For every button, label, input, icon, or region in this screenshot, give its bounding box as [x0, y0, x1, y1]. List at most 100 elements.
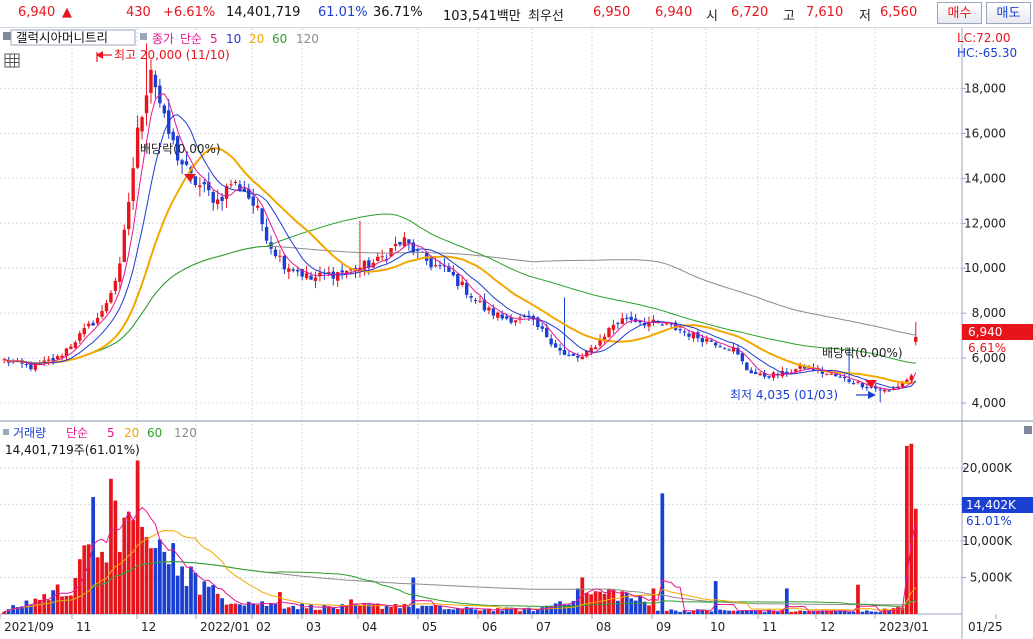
volume-bar — [33, 598, 38, 614]
stock-chart[interactable]: 4,0006,0008,00010,00012,00014,00016,0001… — [0, 28, 1033, 639]
candle-body — [55, 356, 60, 360]
candle-body — [549, 338, 553, 345]
volume-bar — [455, 608, 460, 614]
candle-body — [825, 373, 829, 375]
volume-bar — [215, 593, 220, 614]
volume-bar — [175, 575, 180, 614]
volume-bar — [495, 608, 500, 614]
price-tick-label: 16,000 — [964, 126, 1006, 140]
candle-body — [451, 271, 456, 276]
volume-bar — [389, 606, 393, 614]
date-tick-label: 07 — [536, 620, 551, 634]
dividend-annotation-2: 배당락(0.00%) — [822, 346, 903, 360]
volume-bar — [415, 608, 420, 614]
ma-toggle-icon[interactable] — [140, 33, 147, 40]
legend-price-label: 종가 — [152, 32, 174, 46]
candle-body — [118, 263, 122, 282]
volume-bar — [651, 588, 656, 614]
candle-body — [104, 303, 109, 312]
candle-body — [73, 342, 78, 348]
volume-bar — [162, 551, 167, 614]
candle-body — [602, 336, 607, 340]
candle-body — [393, 243, 398, 247]
date-tick-label: 12 — [820, 620, 835, 634]
volume-bar — [135, 460, 140, 614]
candle-body — [464, 282, 469, 295]
volume-bar — [300, 603, 305, 614]
volume-bar — [513, 608, 518, 614]
volume-bar — [60, 596, 64, 614]
volume-bar — [713, 581, 718, 614]
candle-body — [914, 336, 918, 342]
candle-body — [69, 346, 73, 349]
candle-body — [562, 349, 567, 355]
volume-bar — [776, 611, 780, 614]
quote-header: 6,940 ▲ 430 +6.61% 14,401,719 61.01% 36.… — [0, 0, 1033, 28]
volume-ma5: 5 — [107, 426, 115, 440]
volume-bar — [73, 577, 78, 614]
volume-bar — [211, 585, 216, 614]
candle-body — [754, 372, 758, 374]
candle-body — [171, 131, 175, 141]
date-tick-label: 12 — [141, 620, 156, 634]
candle-body — [593, 347, 598, 350]
volume-bar — [722, 610, 727, 614]
legend-toggle-icon[interactable] — [3, 32, 11, 40]
price-tick-label: 10,000 — [964, 261, 1006, 275]
volume-bar — [286, 607, 291, 614]
date-tick-label: 09 — [656, 620, 671, 634]
legend-ma60: 60 — [272, 32, 287, 46]
volume-bar — [109, 478, 113, 614]
legend-ma5: 5 — [210, 32, 218, 46]
volume-bar — [753, 610, 758, 614]
candle-body — [460, 281, 464, 285]
volume-bar — [420, 605, 425, 614]
volume-bar — [891, 608, 896, 614]
volume-bar — [811, 611, 816, 614]
volume-bar — [731, 610, 736, 614]
candle-body — [229, 184, 233, 186]
legend-ma120: 120 — [296, 32, 319, 46]
volume-bar — [291, 605, 296, 614]
candle-body — [78, 333, 82, 341]
candle-body — [625, 317, 629, 319]
volume-bar — [251, 603, 256, 614]
volume-bar — [762, 612, 767, 614]
candle-body — [51, 358, 55, 361]
volume-bar — [411, 577, 416, 614]
low-price: 6,560 — [880, 5, 918, 20]
volume-bar — [318, 609, 322, 614]
volume-bar — [189, 566, 193, 614]
volume-bar — [100, 551, 104, 614]
volume-pane-close-icon[interactable] — [1024, 426, 1032, 434]
high-price: 7,610 — [806, 5, 844, 20]
volume-bar — [473, 609, 478, 614]
table-view-icon[interactable] — [4, 53, 20, 68]
candle-body — [340, 270, 344, 273]
candle-body — [264, 226, 269, 241]
candle-body — [713, 342, 718, 346]
date-tick-label: 2022/01 — [200, 620, 250, 634]
current-price-flag-text: 6,940 — [968, 325, 1002, 339]
buy-button[interactable]: 매수 — [937, 2, 982, 24]
volume-bar — [398, 608, 402, 614]
sell-button[interactable]: 매도 — [986, 2, 1031, 24]
volume-bar — [798, 610, 803, 614]
volume-bar — [847, 611, 851, 614]
candle-body — [758, 373, 762, 376]
volume-bar — [642, 601, 647, 614]
volume-bar — [664, 610, 669, 614]
date-tick-label: 04 — [362, 620, 377, 634]
candle-body — [518, 317, 522, 319]
date-tick-label: 05 — [422, 620, 437, 634]
candle-body — [127, 201, 131, 230]
volume-legend-toggle-icon[interactable] — [3, 429, 9, 435]
candle-body — [113, 280, 118, 291]
turnover-rate: 36.71% — [373, 5, 423, 20]
candle-body — [438, 265, 442, 267]
price-tick-label: 14,000 — [964, 171, 1006, 185]
volume-bar — [304, 608, 309, 614]
candle-body — [180, 160, 184, 165]
date-tick-label: 11 — [762, 620, 777, 634]
current-price: 6,940 — [18, 5, 56, 20]
